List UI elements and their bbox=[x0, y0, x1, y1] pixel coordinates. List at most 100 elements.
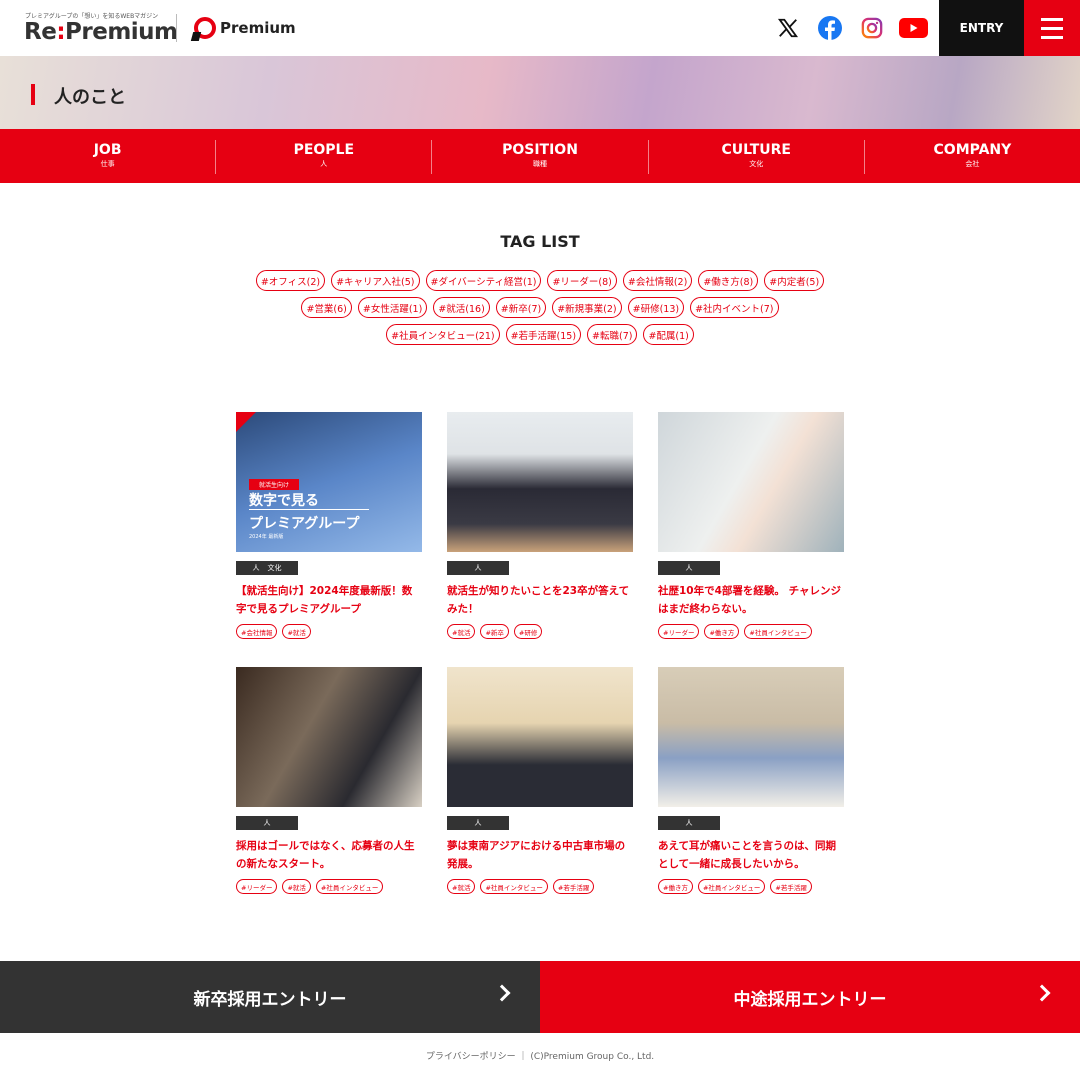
article-card[interactable]: 人社歴10年で4部署を経験。 チャレンジはまだ終わらない。 #リーダー #働き方 #社… bbox=[658, 412, 844, 639]
article-tag[interactable]: #就活 bbox=[447, 624, 476, 639]
youtube-icon[interactable] bbox=[898, 16, 928, 40]
article-card[interactable]: 就活生向け 数字で見る プレミアグループ 2024年 最新版人文化 【就活生向け】… bbox=[236, 412, 422, 639]
article-title[interactable]: 【就活生向け】2024年度最新版！数字で見るプレミアグループ bbox=[236, 582, 422, 618]
tag-chip[interactable]: #キャリア入社(5) bbox=[331, 270, 420, 291]
article-thumbnail[interactable] bbox=[658, 412, 844, 552]
article-tag[interactable]: #社員インタビュー bbox=[744, 624, 812, 639]
article-card[interactable]: 人就活生が知りたいことを23卒が答えてみた！ #就活 #新卒 #研修 bbox=[447, 412, 633, 639]
tag-chip[interactable]: #配属(1) bbox=[643, 324, 694, 345]
title-accent-bar bbox=[31, 84, 35, 105]
article-card[interactable]: 人あえて耳が痛いことを言うのは、同期として一緒に成長したいから。 #働き方 #社員イ… bbox=[658, 667, 844, 894]
hamburger-menu-icon[interactable] bbox=[1024, 0, 1080, 56]
article-tags: #リーダー #働き方 #社員インタビュー bbox=[658, 624, 844, 639]
page-title: 人のこと bbox=[54, 87, 126, 108]
nav-culture[interactable]: CULTURE 文化 bbox=[649, 140, 865, 174]
article-tag[interactable]: #社員インタビュー bbox=[315, 879, 384, 894]
article-tag[interactable]: #就活 bbox=[282, 879, 311, 894]
category-label: 人 bbox=[685, 819, 693, 827]
facebook-icon[interactable] bbox=[818, 16, 842, 40]
site-header: プレミアグループの「想い」を知るWEBマガジン Re:Premium Premi… bbox=[0, 0, 1080, 56]
article-tag[interactable]: #若手活躍 bbox=[552, 879, 595, 894]
article-tags: #会社情報 #就活 bbox=[236, 624, 422, 639]
tag-chip[interactable]: #ダイバーシティ経営(1) bbox=[425, 270, 542, 291]
thumbnail-rule bbox=[249, 509, 369, 510]
tag-chip[interactable]: #オフィス(2) bbox=[255, 270, 326, 291]
article-thumbnail[interactable] bbox=[447, 412, 633, 552]
article-tag[interactable]: #研修 bbox=[513, 624, 543, 639]
article-tag[interactable]: #リーダー bbox=[236, 879, 278, 894]
corner-accent bbox=[236, 412, 256, 432]
tag-chip[interactable]: #働き方(8) bbox=[698, 270, 759, 291]
mid-career-entry-button[interactable]: 中途採用エントリー bbox=[540, 961, 1080, 1033]
thumbnail-headline: プレミアグループ bbox=[249, 516, 360, 532]
nav-job[interactable]: JOB 仕事 bbox=[0, 140, 217, 174]
new-grad-entry-button[interactable]: 新卒採用エントリー bbox=[0, 961, 540, 1033]
page-hero: 人のこと bbox=[0, 56, 1080, 129]
tag-chip[interactable]: #女性活躍(1) bbox=[357, 297, 428, 318]
thumbnail-badge: 就活生向け bbox=[249, 479, 300, 490]
re-premium-logo[interactable]: Re:Premium bbox=[24, 19, 178, 45]
article-tags: #リーダー #就活 #社員インタビュー bbox=[236, 879, 422, 894]
tag-chip[interactable]: #研修(13) bbox=[627, 297, 685, 318]
article-tags: #働き方 #社員インタビュー #若手活躍 bbox=[658, 879, 844, 894]
article-tag[interactable]: #就活 bbox=[447, 879, 476, 894]
nav-company[interactable]: COMPANY 会社 bbox=[865, 140, 1080, 174]
article-tag[interactable]: #働き方 bbox=[658, 879, 693, 894]
tag-chip[interactable]: #内定者(5) bbox=[764, 270, 825, 291]
article-tag[interactable]: #リーダー bbox=[658, 624, 700, 639]
chevron-right-icon bbox=[1033, 984, 1051, 1002]
article-thumbnail[interactable] bbox=[447, 667, 633, 807]
tag-chip[interactable]: #就活(16) bbox=[433, 297, 490, 318]
nav-people[interactable]: PEOPLE 人 bbox=[216, 140, 433, 174]
chevron-right-icon bbox=[493, 984, 511, 1002]
category-label: 人 bbox=[263, 819, 271, 827]
instagram-icon[interactable] bbox=[860, 16, 884, 40]
category-label: 文化 bbox=[267, 564, 282, 572]
article-tags: #就活 #社員インタビュー #若手活躍 bbox=[447, 879, 633, 894]
article-tag[interactable]: #働き方 bbox=[704, 624, 740, 639]
category-bar: 人 bbox=[236, 816, 298, 830]
article-tag[interactable]: #社員インタビュー bbox=[480, 879, 548, 894]
article-title[interactable]: 社歴10年で4部署を経験。 チャレンジはまだ終わらない。 bbox=[658, 582, 844, 618]
article-card[interactable]: 人採用はゴールではなく、応募者の人生の新たなスタート。 #リーダー #就活 #社員イン… bbox=[236, 667, 422, 894]
category-bar: 人 bbox=[447, 816, 509, 830]
tag-chip[interactable]: #営業(6) bbox=[301, 297, 352, 318]
article-card[interactable]: 人夢は東南アジアにおける中古車市場の発展。 #就活 #社員インタビュー #若手活躍 bbox=[447, 667, 633, 894]
x-icon[interactable] bbox=[776, 16, 800, 40]
tag-chip[interactable]: #新規事業(2) bbox=[552, 297, 622, 318]
article-tag[interactable]: #新卒 bbox=[480, 624, 509, 639]
entry-button[interactable]: ENTRY bbox=[939, 0, 1024, 56]
article-title[interactable]: 就活生が知りたいことを23卒が答えてみた！ bbox=[447, 582, 633, 618]
thumbnail-headline: 数字で見る bbox=[249, 493, 319, 509]
article-tag[interactable]: #若手活躍 bbox=[770, 879, 812, 894]
tag-chip[interactable]: #転職(7) bbox=[587, 324, 638, 345]
article-title[interactable]: 採用はゴールではなく、応募者の人生の新たなスタート。 bbox=[236, 837, 422, 873]
article-thumbnail[interactable] bbox=[658, 667, 844, 807]
article-thumbnail[interactable] bbox=[236, 667, 422, 807]
category-label: 人 bbox=[252, 564, 260, 572]
tag-chip[interactable]: #若手活躍(15) bbox=[505, 324, 582, 345]
tag-chip[interactable]: #社員インタビュー(21) bbox=[386, 324, 500, 345]
tag-chip[interactable]: #新卒(7) bbox=[495, 297, 547, 318]
copyright[interactable]: プライバシーポリシー ｜ (C)Premium Group Co., Ltd. bbox=[0, 1049, 1080, 1062]
article-title[interactable]: あえて耳が痛いことを言うのは、同期として一緒に成長したいから。 bbox=[658, 837, 844, 873]
logo-divider bbox=[176, 14, 177, 42]
article-title[interactable]: 夢は東南アジアにおける中古車市場の発展。 bbox=[447, 837, 633, 873]
article-tag[interactable]: #会社情報 bbox=[236, 624, 278, 639]
category-label: 人 bbox=[474, 564, 482, 572]
premium-mark-icon bbox=[194, 17, 216, 39]
premium-logo[interactable]: Premium bbox=[194, 17, 296, 39]
category-label: 人 bbox=[685, 564, 693, 572]
tag-list: #オフィス(2) #キャリア入社(5) #ダイバーシティ経営(1) #リーダー(8) #… bbox=[245, 270, 835, 345]
tag-chip[interactable]: #会社情報(2) bbox=[622, 270, 693, 291]
tag-chip[interactable]: #リーダー(8) bbox=[547, 270, 617, 291]
thumbnail-note: 2024年 最新版 bbox=[249, 534, 284, 540]
nav-position[interactable]: POSITION 職種 bbox=[432, 140, 649, 174]
category-bar: 人 bbox=[658, 816, 720, 830]
article-tag[interactable]: #就活 bbox=[282, 624, 311, 639]
article-tags: #就活 #新卒 #研修 bbox=[447, 624, 633, 639]
category-bar: 人 bbox=[658, 561, 720, 575]
article-tag[interactable]: #社員インタビュー bbox=[697, 879, 766, 894]
article-thumbnail[interactable]: 就活生向け 数字で見る プレミアグループ 2024年 最新版 bbox=[236, 412, 422, 552]
tag-chip[interactable]: #社内イベント(7) bbox=[690, 297, 779, 318]
